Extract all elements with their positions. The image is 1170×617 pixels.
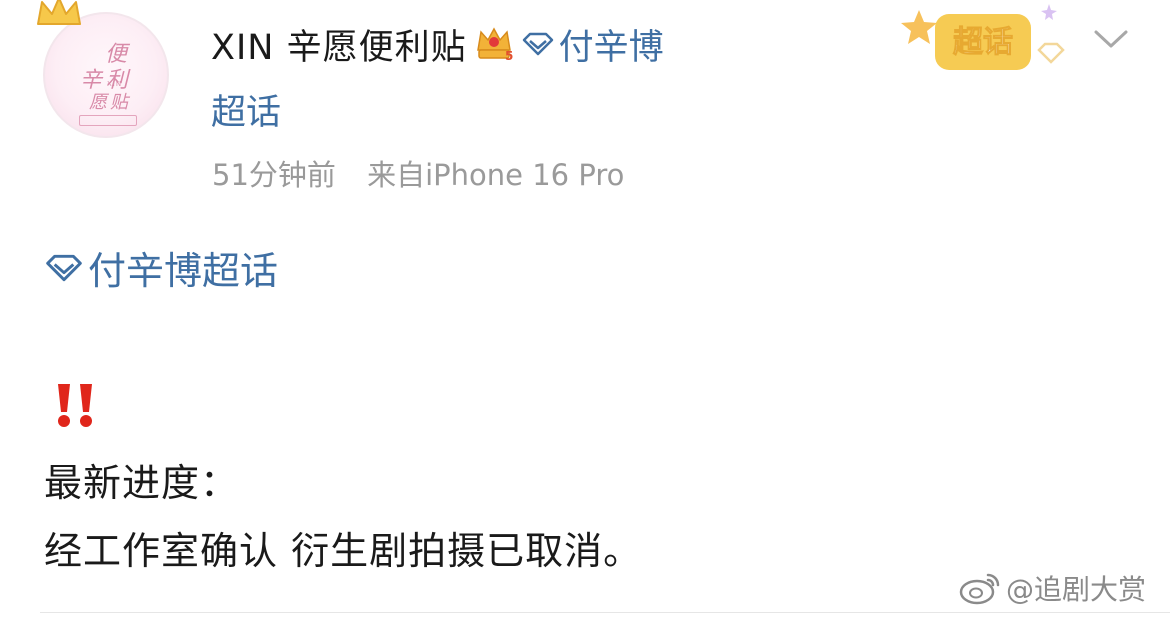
- topic-link-body[interactable]: 付辛博超话: [44, 240, 278, 295]
- topic-link-header[interactable]: 付辛博: [521, 19, 664, 70]
- username[interactable]: XIN 辛愿便利贴: [211, 19, 467, 70]
- chevron-down-icon[interactable]: [1092, 26, 1130, 52]
- avatar[interactable]: 便 辛利 愿贴 XIN: [43, 12, 169, 138]
- topic-name: 付辛博: [558, 27, 664, 68]
- avatar-banner: [79, 115, 137, 126]
- topic-text: 付辛博超话: [88, 249, 279, 293]
- chaohua-sticker-icon[interactable]: 超话: [893, 0, 1073, 90]
- sticker-label: 超话: [953, 25, 1013, 60]
- topic-suffix[interactable]: 超话: [211, 84, 281, 135]
- diamond-icon: [522, 32, 553, 56]
- post-text-line-1: 最新进度：: [44, 461, 240, 505]
- divider: [40, 612, 1170, 613]
- crown-icon: [37, 0, 81, 25]
- post-time: 51分钟前: [212, 158, 336, 192]
- vip-level: 5: [505, 49, 513, 62]
- watermark-text: @追剧大赏: [1006, 573, 1147, 606]
- post-meta: 51分钟前 来自iPhone 16 Pro: [212, 152, 624, 194]
- post-text-line-2: 经工作室确认 衍生剧拍摄已取消。: [44, 529, 643, 573]
- weibo-logo-icon: [959, 573, 1000, 605]
- vip-crown-icon[interactable]: 5: [475, 26, 513, 62]
- post-source: 来自iPhone 16 Pro: [367, 158, 625, 192]
- diamond-icon: [46, 254, 82, 281]
- avatar-mini-text: XIN: [107, 80, 123, 88]
- double-exclamation-icon: [58, 384, 92, 427]
- weibo-post: 便 辛利 愿贴 XIN XIN 辛愿便利贴 5 付辛博 超话 51分钟前 来自i…: [0, 0, 1170, 617]
- watermark: @追剧大赏: [958, 568, 1146, 608]
- avatar-text-3: 愿贴: [89, 92, 131, 113]
- post-header: XIN 辛愿便利贴 5 付辛博: [211, 18, 664, 70]
